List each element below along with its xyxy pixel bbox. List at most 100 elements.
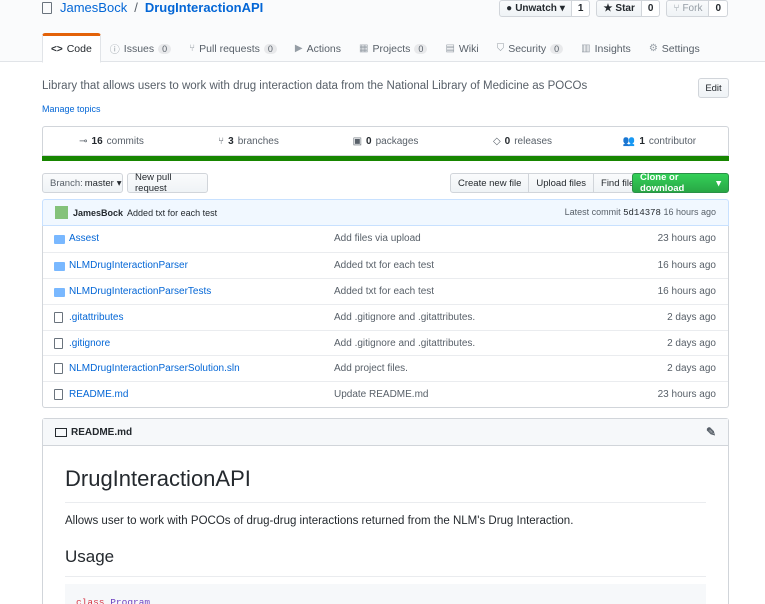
tab-label: Actions <box>306 42 342 55</box>
tab-pull-requests[interactable]: ⑂ Pull requests 0 <box>180 33 286 62</box>
file-row: .gitignore Add .gitignore and .gitattrib… <box>43 329 728 356</box>
contributors-label: contributor <box>648 135 697 147</box>
file-commit-message[interactable]: Update README.md <box>334 389 428 400</box>
tab-issues[interactable]: ⓘ Issues 0 <box>101 33 180 62</box>
file-name-link[interactable]: Assest <box>69 233 99 244</box>
file-name-link[interactable]: NLMDrugInteractionParserTests <box>69 286 211 297</box>
fork-button[interactable]: ⑂ Fork <box>666 0 710 17</box>
avatar[interactable] <box>55 206 68 219</box>
project-icon: ▦ <box>359 43 369 54</box>
edit-description-button[interactable]: Edit <box>698 78 729 98</box>
tab-wiki[interactable]: ▤ Wiki <box>436 33 487 62</box>
book-icon <box>55 427 67 437</box>
manage-topics-link[interactable]: Manage topics <box>42 104 101 114</box>
file-name-link[interactable]: .gitignore <box>69 338 110 349</box>
code-class-name: Program <box>110 597 151 604</box>
file-commit-message[interactable]: Added txt for each test <box>334 260 434 271</box>
star-icon: ★ <box>603 3 613 14</box>
branch-name: master <box>84 177 114 189</box>
packages-count: 0 <box>366 135 372 147</box>
file-row: .gitattributes Add .gitignore and .gitat… <box>43 303 728 330</box>
pencil-icon[interactable]: ✎ <box>706 425 716 439</box>
branch-prefix: Branch: <box>50 177 83 189</box>
book-icon: ▤ <box>445 43 455 54</box>
file-commit-message[interactable]: Add .gitignore and .gitattributes. <box>334 312 475 323</box>
readme-heading: DrugInteractionAPI <box>65 466 251 491</box>
repo-icon <box>42 1 52 14</box>
file-row: Assest Add files via upload 23 hours ago <box>43 226 728 252</box>
new-pull-request-button[interactable]: New pull request <box>127 172 208 194</box>
branch-icon: ⑂ <box>218 135 225 147</box>
tab-security[interactable]: ⛉ Security 0 <box>488 33 572 62</box>
unwatch-button[interactable]: ● Unwatch ▾ <box>499 0 572 17</box>
tab-label: Security <box>508 42 547 55</box>
commit-message-link[interactable]: Added txt for each test <box>127 208 217 218</box>
star-label: Star <box>615 3 635 14</box>
file-commit-message[interactable]: Add project files. <box>334 363 408 374</box>
commit-age: 16 hours ago <box>663 207 716 217</box>
tab-counter: 0 <box>550 43 564 54</box>
readme-box: README.md ✎ DrugInteractionAPI Allows us… <box>42 418 729 604</box>
forks-count[interactable]: 0 <box>709 0 728 17</box>
file-navigation: Branch: master ▾ New pull request Create… <box>42 172 729 194</box>
watchers-count[interactable]: 1 <box>571 0 591 17</box>
code-icon: <> <box>51 43 63 55</box>
branch-select-button[interactable]: Branch: master ▾ <box>42 173 123 193</box>
star-button[interactable]: ★ Star <box>596 0 642 17</box>
file-name-link[interactable]: .gitattributes <box>69 312 123 323</box>
latest-commit-prefix: Latest commit <box>564 207 621 217</box>
commit-author-link[interactable]: JamesBock <box>73 208 123 218</box>
latest-commit-bar: JamesBock Added txt for each test Latest… <box>42 199 729 226</box>
commits-label: commits <box>106 135 144 147</box>
graph-icon: ▥ <box>581 43 591 54</box>
stargazers-count[interactable]: 0 <box>641 0 661 17</box>
fork-label: Fork <box>682 3 703 14</box>
releases-link[interactable]: ◇ 0 releases <box>454 136 591 147</box>
contributors-link[interactable]: 👥 1 contributor <box>591 136 728 147</box>
commits-count: 16 <box>91 135 103 147</box>
file-name-link[interactable]: README.md <box>69 389 128 400</box>
tab-counter: 0 <box>414 43 428 54</box>
file-age: 2 days ago <box>667 363 716 375</box>
contributors-count: 1 <box>639 135 645 147</box>
tab-settings[interactable]: ⚙ Settings <box>640 33 709 62</box>
packages-link[interactable]: ▣ 0 packages <box>317 136 454 147</box>
file-icon <box>54 337 63 349</box>
create-new-file-button[interactable]: Create new file <box>450 173 530 193</box>
repo-owner-link[interactable]: JamesBock <box>60 0 127 15</box>
tab-projects[interactable]: ▦ Projects 0 <box>350 33 436 62</box>
tag-icon: ◇ <box>492 135 501 147</box>
commits-link[interactable]: ⊸ 16 commits <box>43 136 180 147</box>
caret-down-icon: ▾ <box>716 177 721 189</box>
tab-counter: 0 <box>263 43 277 54</box>
file-commit-message[interactable]: Add .gitignore and .gitattributes. <box>334 338 475 349</box>
language-bar[interactable] <box>42 156 729 161</box>
file-name-link[interactable]: NLMDrugInteractionParserSolution.sln <box>69 363 240 374</box>
tab-code[interactable]: <> Code <box>42 33 101 63</box>
file-icon <box>54 389 63 401</box>
clone-label: Clone or download <box>640 172 685 194</box>
tab-insights[interactable]: ▥ Insights <box>572 33 640 62</box>
file-name-link[interactable]: NLMDrugInteractionParser <box>69 260 188 271</box>
repo-description: Library that allows users to work with d… <box>42 80 588 92</box>
caret-down-icon: ▾ <box>559 3 565 14</box>
repo-nav-tabs: <> Code ⓘ Issues 0 ⑂ Pull requests 0 ▶ A… <box>42 33 709 63</box>
repo-header: JamesBock / DrugInteractionAPI ● Unwatch… <box>0 0 765 63</box>
play-icon: ▶ <box>294 43 303 54</box>
file-row: README.md Update README.md 23 hours ago <box>43 381 728 407</box>
clone-or-download-button[interactable]: Clone or download ▾ <box>632 172 729 194</box>
packages-label: packages <box>375 135 419 147</box>
tab-actions[interactable]: ▶ Actions <box>286 33 350 62</box>
file-commit-message[interactable]: Added txt for each test <box>334 286 434 297</box>
repo-name-link[interactable]: DrugInteractionAPI <box>145 0 263 15</box>
latest-commit-info: Latest commit 5d14378 16 hours ago <box>565 207 716 218</box>
readme-subheading: Usage <box>65 547 115 566</box>
branches-link[interactable]: ⑂ 3 branches <box>180 136 317 147</box>
pull-request-icon: ⑂ <box>189 43 196 54</box>
commit-sha-link[interactable]: 5d14378 <box>623 208 661 218</box>
upload-files-button[interactable]: Upload files <box>528 173 595 193</box>
file-icon <box>54 311 63 323</box>
file-commit-message[interactable]: Add files via upload <box>334 233 421 244</box>
tab-label: Pull requests <box>199 42 260 55</box>
tab-counter: 0 <box>158 43 172 54</box>
